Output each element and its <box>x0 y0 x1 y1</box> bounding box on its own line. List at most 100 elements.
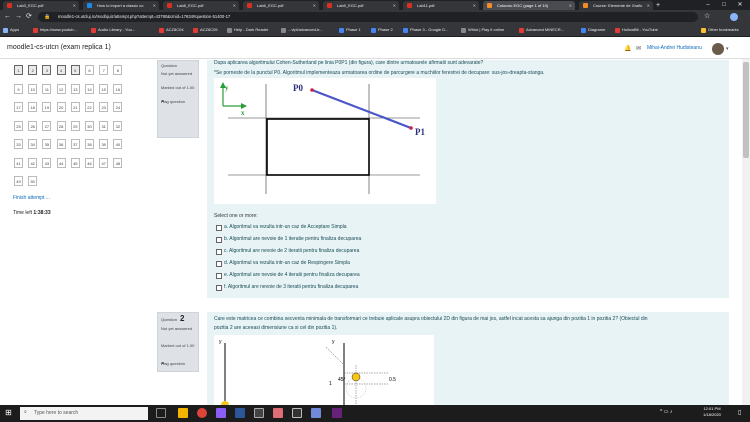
quiz-nav-button[interactable]: 5 <box>70 65 80 75</box>
bookmark-hollowbit[interactable]: HollowBit - YouTube <box>614 24 658 36</box>
quiz-nav-button[interactable]: 36 <box>56 139 66 149</box>
bookmark-acz8c05[interactable]: ACZ8C05 <box>192 24 218 36</box>
quiz-nav-button[interactable]: 45 <box>70 157 80 168</box>
quiz-nav-button[interactable]: 44 <box>56 157 66 168</box>
task-view-icon[interactable] <box>156 408 166 418</box>
quiz-nav-button[interactable]: 8 <box>113 65 123 75</box>
windows-start-icon[interactable]: ⊞ <box>5 408 12 417</box>
chrome-icon[interactable] <box>197 408 207 418</box>
tab-colocviu[interactable]: Colocviu EGC (page 1 of 10) ✕ <box>483 1 575 10</box>
chevron-down-icon[interactable]: ▾ <box>726 46 729 52</box>
quiz-nav-button[interactable]: 41 <box>14 157 23 168</box>
quiz-nav-button[interactable]: 2 <box>28 65 38 75</box>
quiz-nav-button[interactable]: 39 <box>99 139 109 149</box>
finish-attempt-link[interactable]: Finish attempt ... <box>13 195 50 201</box>
tab-import-guide[interactable]: How to import a classic co ✕ <box>83 1 159 10</box>
tab-lab3[interactable]: Lab3_EGC.pdf ✕ <box>3 1 79 10</box>
quiz-nav-button[interactable]: 17 <box>14 102 23 112</box>
reload-icon[interactable]: ⟳ <box>26 12 32 22</box>
bookmark-youtube[interactable]: https://www.youtub... <box>32 24 77 36</box>
close-icon[interactable]: ✕ <box>153 1 156 10</box>
quiz-nav-button[interactable]: 48 <box>113 157 123 168</box>
bookmark-phase2[interactable]: Phase 2 <box>370 24 393 36</box>
quiz-nav-button[interactable]: 24 <box>113 102 123 112</box>
extensions-icon[interactable]: ☆ <box>704 12 710 20</box>
tab-lab11[interactable]: Lab11.pdf ✕ <box>403 1 479 10</box>
minimize-icon[interactable]: – <box>700 0 716 10</box>
close-icon[interactable]: ✕ <box>393 1 396 10</box>
quiz-nav-button[interactable]: 29 <box>70 120 80 131</box>
quiz-nav-button[interactable]: 13 <box>70 83 80 94</box>
quiz-nav-button[interactable]: 7 <box>99 65 109 75</box>
bookmark-phase3[interactable]: Phase 3 - Google D... <box>402 24 448 36</box>
quiz-nav-button[interactable]: 18 <box>28 102 38 112</box>
discord-icon[interactable] <box>311 408 321 418</box>
quiz-nav-button[interactable]: 11 <box>42 83 52 94</box>
close-icon[interactable]: ✕ <box>473 1 476 10</box>
quiz-nav-button[interactable]: 16 <box>113 83 123 94</box>
quiz-nav-button[interactable]: 46 <box>85 157 94 168</box>
quiz-nav-button[interactable]: 42 <box>28 157 38 168</box>
user-name[interactable]: Mihai-Andrei Hudisteanu <box>647 45 702 51</box>
avatar[interactable] <box>712 43 724 55</box>
quiz-nav-button[interactable]: 38 <box>85 139 94 149</box>
quiz-nav-button[interactable]: 4 <box>56 65 66 75</box>
quiz-nav-button[interactable]: 1 <box>14 65 23 75</box>
quiz-nav-button[interactable]: 15 <box>99 83 109 94</box>
tab-course[interactable]: Course: Elemente de Grafic ✕ <box>579 1 653 10</box>
option-f[interactable]: f. Algoritmul are nevoie de 3 iteratii p… <box>216 284 358 291</box>
bookmark-dark-reader[interactable]: Help - Dark Reader <box>226 24 268 36</box>
quiz-nav-button[interactable]: 27 <box>42 120 52 131</box>
option-b[interactable]: b. Algoritmul are nevoie de 1 iteratie p… <box>216 236 361 243</box>
file-explorer-icon[interactable] <box>178 408 188 418</box>
bookmark-minecraft[interactable]: Advanced MINECR... <box>518 24 564 36</box>
lock-icon[interactable]: 🔒 <box>44 14 50 20</box>
quiz-nav-button[interactable]: 35 <box>42 139 52 149</box>
close-window-icon[interactable]: ✕ <box>732 0 748 10</box>
bookmark-diagrame[interactable]: Diagrame <box>580 24 605 36</box>
quiz-nav-button[interactable]: 43 <box>42 157 52 168</box>
maximize-icon[interactable]: □ <box>716 0 732 10</box>
url-input[interactable]: moodle1-cs.utcluj.ro/mod/quiz/attempt.ph… <box>38 12 698 22</box>
option-d[interactable]: d. Algoritmul va rezulta intr-un caz de … <box>216 260 350 267</box>
tab-lab8[interactable]: Lab8_EGC.pdf ✕ <box>163 1 239 10</box>
quiz-nav-button[interactable]: 37 <box>70 139 80 149</box>
scrollbar-thumb[interactable] <box>743 62 749 158</box>
quiz-nav-button[interactable]: 50 <box>28 176 38 186</box>
clock[interactable]: 12:01 PM 1/18/2020 <box>696 406 728 418</box>
quiz-nav-button[interactable]: 3 <box>42 65 52 75</box>
new-tab-button[interactable]: + <box>656 1 660 10</box>
forward-icon[interactable]: → <box>15 12 22 22</box>
app-icon[interactable] <box>235 408 245 418</box>
quiz-nav-button[interactable]: 19 <box>42 102 52 112</box>
quiz-nav-button[interactable]: 40 <box>113 139 123 149</box>
option-a[interactable]: a. Algoritmul va rezulta intr-un caz de … <box>216 224 347 231</box>
quiz-nav-button[interactable]: 28 <box>56 120 66 131</box>
quiz-nav-button[interactable]: 33 <box>14 139 23 149</box>
close-icon[interactable]: ✕ <box>313 1 316 10</box>
site-title[interactable]: moodle1-cs-utcn (exam replica 1) <box>7 44 111 51</box>
close-icon[interactable]: ✕ <box>73 1 76 10</box>
quiz-nav-button[interactable]: 6 <box>85 65 94 75</box>
notification-icon[interactable]: ▯ <box>738 409 741 416</box>
bookmark-apps[interactable]: Apps <box>2 24 19 36</box>
quiz-nav-button[interactable]: 23 <box>99 102 109 112</box>
quiz-nav-button[interactable]: 32 <box>113 120 123 131</box>
bookmark-whiot[interactable]: Whiot | Play it online <box>460 24 504 36</box>
visual-studio-icon[interactable] <box>332 408 342 418</box>
close-icon[interactable]: ✕ <box>233 1 236 10</box>
bookmark-other[interactable]: Other bookmarks <box>700 24 739 36</box>
quiz-nav-button[interactable]: 30 <box>85 120 94 131</box>
option-c[interactable]: c. Algoritmul are nevoie de 2 iteratii p… <box>216 248 359 255</box>
quiz-nav-button[interactable]: 22 <box>85 102 94 112</box>
quiz-nav-button[interactable]: 49 <box>14 176 23 186</box>
bell-icon[interactable]: 🔔 <box>624 45 631 52</box>
close-icon[interactable]: ✕ <box>569 1 572 10</box>
bookmark-audio-library[interactable]: Audio Library - You... <box>90 24 135 36</box>
bookmark-phase1[interactable]: Phase 1 <box>338 24 361 36</box>
quiz-nav-button[interactable]: 31 <box>99 120 109 131</box>
close-icon[interactable]: ✕ <box>647 1 650 10</box>
quiz-nav-button[interactable]: 9 <box>14 83 23 94</box>
app-icon[interactable] <box>216 408 226 418</box>
quiz-nav-button[interactable]: 21 <box>70 102 80 112</box>
